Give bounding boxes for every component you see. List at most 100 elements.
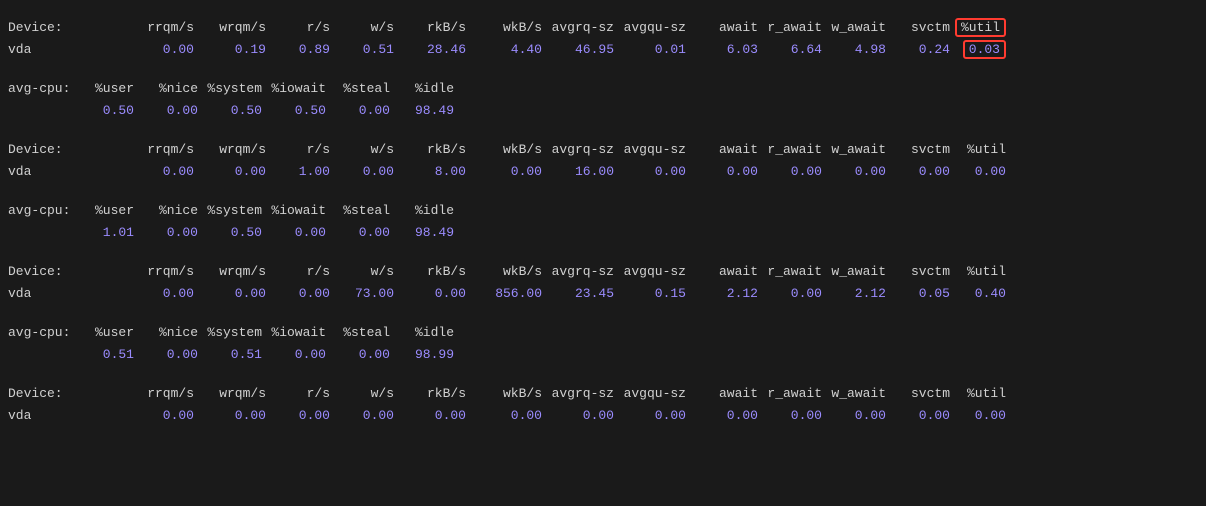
cpu-header-cell: %nice	[134, 79, 198, 99]
device-header-row: Device:rrqm/swrqm/sr/sw/srkB/swkB/savgrq…	[8, 384, 1198, 404]
device-value-cell: 0.05	[886, 284, 950, 304]
device-header-row: Device:rrqm/swrqm/sr/sw/srkB/swkB/savgrq…	[8, 18, 1198, 38]
cpu-header-cell: %nice	[134, 323, 198, 343]
cpu-header-cell: %system	[198, 323, 262, 343]
device-header-cell: svctm	[886, 140, 950, 160]
util-value-highlight: 0.03	[963, 40, 1006, 59]
device-header-cell: wkB/s	[466, 140, 542, 160]
device-header-cell: w_await	[822, 140, 886, 160]
cpu-value-cell: 0.50	[198, 101, 262, 121]
device-value-cell: 0.00	[686, 406, 758, 426]
device-header-cell: r_await	[758, 262, 822, 282]
device-value-cell: 0.00	[80, 406, 194, 426]
cpu-value-cell: 0.50	[80, 101, 134, 121]
device-value-cell: 0.00	[194, 162, 266, 182]
cpu-value-cell: 0.51	[198, 345, 262, 365]
device-header-cell: %util	[950, 262, 1006, 282]
cpu-header-cell: %iowait	[262, 79, 326, 99]
device-value-row: vda0.000.000.000.000.000.000.000.000.000…	[8, 406, 1198, 426]
device-header-cell: r/s	[266, 140, 330, 160]
cpu-header-cell: %idle	[390, 201, 454, 221]
device-value-cell: 0.00	[542, 406, 614, 426]
device-header-cell: Device:	[8, 262, 80, 282]
device-header-cell: r/s	[266, 18, 330, 38]
device-name: vda	[8, 406, 80, 426]
device-header-cell: w_await	[822, 384, 886, 404]
device-header-cell: w/s	[330, 18, 394, 38]
device-header-cell: avgqu-sz	[614, 384, 686, 404]
device-value-cell: 0.00	[950, 406, 1006, 426]
device-header-cell: w/s	[330, 384, 394, 404]
device-value-cell: 28.46	[394, 40, 466, 60]
cpu-value-cell: 0.00	[326, 223, 390, 243]
cpu-value-cell: 0.00	[326, 345, 390, 365]
terminal-output: Device:rrqm/swrqm/sr/sw/srkB/swkB/savgrq…	[8, 18, 1198, 425]
device-value-cell: 0.00	[330, 406, 394, 426]
device-value-cell: 8.00	[394, 162, 466, 182]
device-value-cell: 0.00	[886, 162, 950, 182]
cpu-value-row: 0.510.000.510.000.0098.99	[8, 345, 1198, 365]
device-value-cell: 0.03	[950, 40, 1006, 60]
cpu-value-cell: 98.99	[390, 345, 454, 365]
device-header-cell: svctm	[886, 18, 950, 38]
device-header-cell: svctm	[886, 384, 950, 404]
device-header-cell: wkB/s	[466, 18, 542, 38]
device-value-cell: 16.00	[542, 162, 614, 182]
cpu-header-cell: %nice	[134, 201, 198, 221]
device-header-cell: Device:	[8, 140, 80, 160]
device-header-cell: r/s	[266, 384, 330, 404]
device-value-cell: 0.00	[950, 162, 1006, 182]
cpu-header-row: avg-cpu:%user%nice%system%iowait%steal%i…	[8, 79, 1198, 99]
cpu-value-cell: 0.50	[262, 101, 326, 121]
device-value-cell: 0.24	[886, 40, 950, 60]
cpu-header-cell: %steal	[326, 201, 390, 221]
device-header-cell: r_await	[758, 140, 822, 160]
cpu-header-cell: %iowait	[262, 323, 326, 343]
device-value-cell: 2.12	[822, 284, 886, 304]
device-header-cell: wrqm/s	[194, 140, 266, 160]
cpu-value-cell: 1.01	[80, 223, 134, 243]
device-header-cell: avgrq-sz	[542, 384, 614, 404]
device-header-cell: r/s	[266, 262, 330, 282]
cpu-value-cell: 98.49	[390, 223, 454, 243]
device-value-cell: 0.00	[614, 162, 686, 182]
device-value-cell: 0.00	[266, 284, 330, 304]
device-value-cell: 0.00	[80, 284, 194, 304]
cpu-header-cell: avg-cpu:	[8, 323, 80, 343]
device-header-cell: await	[686, 18, 758, 38]
cpu-header-cell: %system	[198, 201, 262, 221]
device-header-cell: wkB/s	[466, 262, 542, 282]
device-header-cell: wrqm/s	[194, 18, 266, 38]
device-header-cell: rrqm/s	[80, 262, 194, 282]
device-value-cell: 0.00	[194, 284, 266, 304]
device-header-cell: w_await	[822, 18, 886, 38]
device-header-cell: rrqm/s	[80, 140, 194, 160]
cpu-header-cell: %steal	[326, 79, 390, 99]
cpu-value-cell: 0.50	[198, 223, 262, 243]
cpu-value-cell: 0.00	[262, 223, 326, 243]
device-header-cell: svctm	[886, 262, 950, 282]
device-value-cell: 6.03	[686, 40, 758, 60]
device-value-cell: 0.00	[80, 162, 194, 182]
util-highlight-box: %util	[955, 18, 1006, 37]
device-header-cell: avgqu-sz	[614, 262, 686, 282]
cpu-header-cell: %iowait	[262, 201, 326, 221]
device-header-cell: avgqu-sz	[614, 140, 686, 160]
device-header-cell: rrqm/s	[80, 18, 194, 38]
cpu-value-cell: 0.00	[262, 345, 326, 365]
device-header-cell: w/s	[330, 262, 394, 282]
device-value-cell: 46.95	[542, 40, 614, 60]
device-header-cell: rkB/s	[394, 262, 466, 282]
device-header-row: Device:rrqm/swrqm/sr/sw/srkB/swkB/savgrq…	[8, 262, 1198, 282]
device-value-cell: 0.00	[394, 284, 466, 304]
device-header-cell: avgrq-sz	[542, 140, 614, 160]
cpu-value-cell: 0.51	[80, 345, 134, 365]
device-value-cell: 0.00	[758, 162, 822, 182]
device-value-cell: 0.01	[614, 40, 686, 60]
device-value-cell: 0.89	[266, 40, 330, 60]
device-value-row: vda0.000.000.0073.000.00856.0023.450.152…	[8, 284, 1198, 304]
cpu-header-cell: %steal	[326, 323, 390, 343]
device-value-cell: 0.00	[266, 406, 330, 426]
device-value-cell: 0.00	[466, 162, 542, 182]
device-value-cell: 0.19	[194, 40, 266, 60]
